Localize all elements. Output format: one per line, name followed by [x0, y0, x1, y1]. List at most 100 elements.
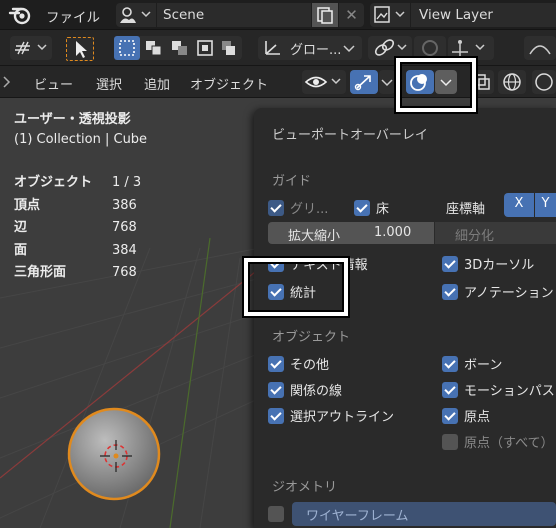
chevron-down-icon [343, 45, 355, 53]
view-layer-browse-button[interactable] [370, 3, 410, 27]
proportional-edit-button[interactable] [448, 36, 494, 60]
geometry-section-label: ジオメトリ [272, 480, 338, 495]
expand-toolbar-icon[interactable] [2, 75, 12, 89]
relations-checkbox[interactable]: 関係の線 [268, 380, 342, 399]
cursor-arrow-icon [76, 41, 87, 58]
axes-text: 座標軸 [446, 202, 486, 217]
extras-label: その他 [290, 358, 330, 373]
annotations-checkbox[interactable]: アノテーション [442, 282, 554, 301]
selected-sphere[interactable] [64, 404, 164, 504]
close-icon[interactable]: ✕ [339, 3, 364, 27]
axes-label: 座標軸 [446, 198, 485, 217]
axis-x-toggle[interactable]: X [504, 193, 534, 217]
stat-value: 768 [112, 220, 137, 235]
wireframe-checkbox[interactable] [268, 506, 290, 522]
orientation-label: グロー... [290, 43, 342, 58]
gizmo-dropdown[interactable] [379, 70, 395, 94]
stat-row: オブジェクト 1 / 3 [14, 172, 141, 195]
blender-logo-icon[interactable] [8, 4, 34, 26]
bones-label: ボーン [464, 358, 503, 373]
stat-value: 386 [112, 197, 137, 213]
tweak-icon [15, 41, 47, 55]
origins-checkbox[interactable]: 原点 [442, 406, 490, 425]
snap-button[interactable] [414, 36, 446, 60]
solid-shading-button[interactable] [532, 70, 556, 94]
floor-label: 床 [376, 202, 390, 217]
globe-wire-icon [503, 73, 521, 91]
checkbox-icon [354, 199, 370, 216]
checkbox-icon [268, 506, 284, 522]
scene-browse-button[interactable] [116, 3, 156, 27]
sphere-icon [535, 73, 553, 91]
snap-icon [422, 40, 438, 56]
origins-all-label: 原点（すべて） [464, 436, 554, 451]
selection-mode-group [114, 36, 242, 60]
scale-label: 拡大縮小 [288, 229, 341, 244]
wireframe-label: ワイヤーフレーム [306, 509, 409, 524]
checkbox-icon [442, 433, 458, 450]
stat-key: 頂点 [14, 197, 41, 213]
bones-checkbox[interactable]: ボーン [442, 354, 502, 373]
3d-cursor-label: 3Dカーソル [464, 258, 535, 273]
wireframe-shading-button[interactable] [498, 70, 526, 94]
extras-checkbox[interactable]: その他 [268, 354, 329, 373]
new-scene-button[interactable] [312, 3, 338, 27]
collection-label: (1) Collection | Cube [14, 132, 148, 147]
origins-label: 原点 [464, 410, 491, 425]
origins-all-checkbox[interactable]: 原点（すべて） [442, 432, 554, 451]
menu-view[interactable]: ビュー [34, 74, 73, 93]
visibility-dropdown[interactable] [302, 70, 346, 94]
chevron-down-icon [381, 79, 393, 87]
stat-key: 三角形面 [14, 265, 67, 280]
gizmo-icon [354, 75, 371, 91]
wireframe-slider[interactable]: ワイヤーフレーム [292, 502, 556, 526]
stat-row: 三角形面 768 [14, 262, 141, 285]
tool-icon-button[interactable] [10, 36, 52, 60]
top-bar: ファイル Scene ✕ View Layer [0, 0, 556, 30]
annotations-label: アノテーション [464, 286, 554, 301]
motion-paths-checkbox[interactable]: モーションパス [442, 380, 555, 399]
checkbox-icon [442, 407, 458, 424]
scale-slider[interactable]: 拡大縮小 1.000 [268, 222, 434, 244]
selection-mode-icons[interactable] [114, 36, 242, 60]
view-layer-name-field[interactable]: View Layer [411, 3, 556, 27]
checkbox-icon [442, 355, 458, 372]
stat-value: 1 / 3 [112, 175, 142, 190]
view-name: ユーザー・透視投影 [14, 112, 131, 127]
menu-select[interactable]: 選択 [96, 74, 122, 93]
checkbox-icon [442, 255, 458, 272]
subdivision-field[interactable]: 細分化 [435, 222, 556, 244]
floor-checkbox[interactable]: 床 [354, 198, 389, 217]
proportional-falloff-button[interactable] [524, 36, 556, 60]
outline-checkbox[interactable]: 選択アウトライン [268, 406, 394, 425]
orientation-icon [265, 41, 280, 55]
grid-label: グリ... [290, 202, 329, 217]
falloff-icon [529, 45, 551, 55]
stat-key: オブジェクト [14, 175, 93, 190]
checkbox-icon [442, 283, 458, 300]
subdivision-label: 細分化 [455, 229, 495, 244]
pivot-dropdown[interactable] [368, 36, 412, 60]
axis-y-toggle[interactable]: Y [535, 193, 556, 217]
relations-label: 関係の線 [290, 384, 343, 399]
scene-name-field[interactable]: Scene [157, 3, 311, 27]
statistics-panel: オブジェクト 1 / 3 頂点 386 辺 768 面 384 三角形面 768 [14, 172, 141, 285]
checkbox-icon [268, 199, 284, 216]
copy-icon [317, 7, 333, 24]
select-tool-button[interactable] [66, 37, 94, 61]
objects-section-label: オブジェクト [272, 330, 351, 345]
grid-checkbox[interactable]: グリ... [268, 198, 328, 217]
3d-cursor-checkbox[interactable]: 3Dカーソル [442, 254, 534, 273]
stat-key: 辺 [14, 220, 28, 235]
stat-key: 面 [14, 242, 28, 258]
outline-label: 選択アウトライン [290, 410, 395, 425]
checkbox-icon [268, 381, 284, 398]
stat-row: 頂点 386 [14, 195, 141, 218]
file-menu[interactable]: ファイル [46, 6, 100, 26]
menu-add[interactable]: 追加 [144, 74, 170, 93]
stat-value: 768 [112, 265, 137, 280]
view-layer-selector: View Layer [370, 3, 556, 27]
scene-selector: Scene ✕ [116, 3, 364, 27]
menu-object[interactable]: オブジェクト [190, 74, 268, 93]
gizmo-toggle-button[interactable] [350, 70, 378, 94]
